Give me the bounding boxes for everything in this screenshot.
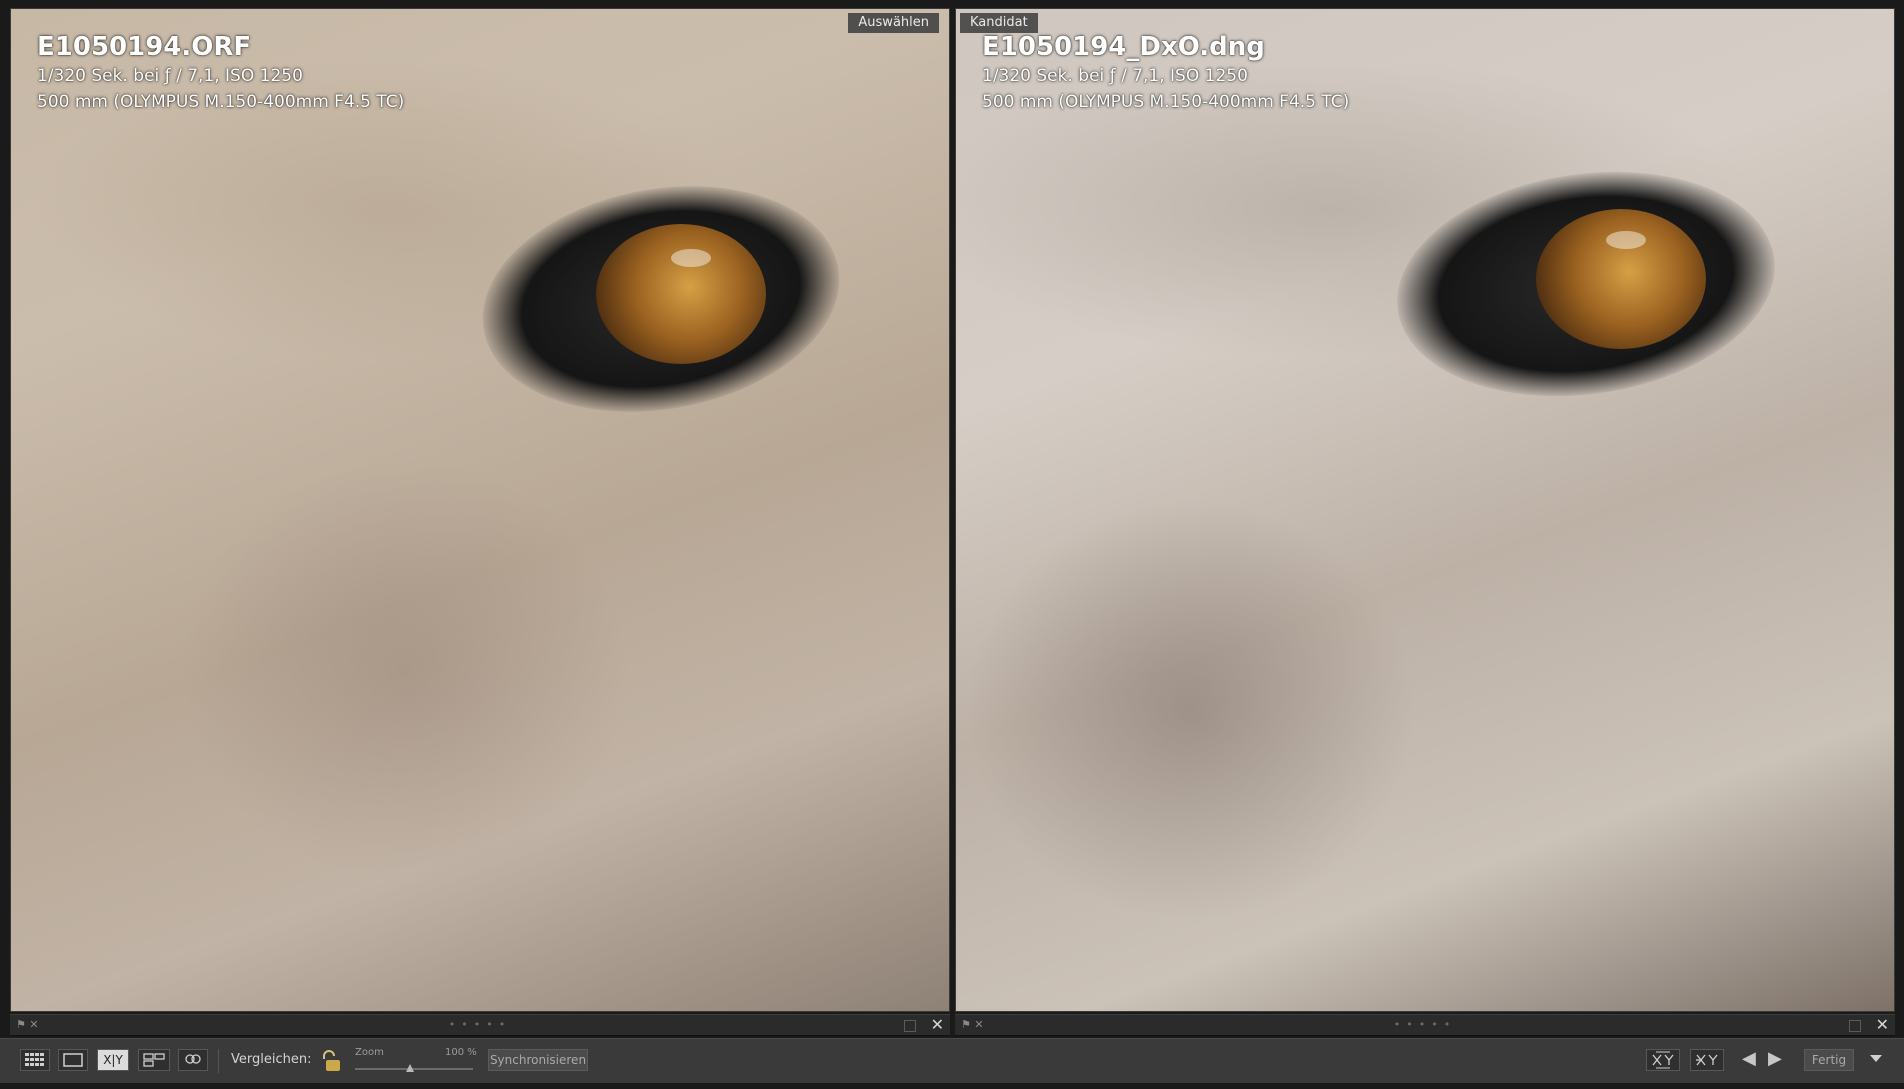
exif-lens: 500 mm (OLYMPUS M.150-400mm F4.5 TC) bbox=[982, 92, 1350, 112]
flag-icon[interactable]: ⚑ ✕ bbox=[961, 1018, 984, 1031]
compare-toolbar: X|Y Vergleichen: Zoom 100 % Synchronisie… bbox=[0, 1038, 1904, 1083]
file-name: E1050194.ORF bbox=[37, 32, 252, 62]
select-image-pane[interactable]: E1050194.ORF 1/320 Sek. bei ƒ / 7,1, ISO… bbox=[10, 8, 950, 1012]
candidate-photo[interactable] bbox=[956, 9, 1894, 1011]
rating-dots[interactable]: ••••• bbox=[449, 1018, 511, 1031]
close-icon[interactable]: ✕ bbox=[1876, 1015, 1889, 1035]
loupe-view-icon[interactable] bbox=[58, 1049, 88, 1071]
zoom-slider-handle[interactable] bbox=[406, 1064, 415, 1072]
swap-icon[interactable] bbox=[1646, 1049, 1680, 1071]
lock-icon[interactable] bbox=[320, 1049, 342, 1073]
zoom-label: Zoom bbox=[355, 1047, 384, 1058]
close-icon[interactable]: ✕ bbox=[931, 1015, 944, 1035]
toolbar-divider bbox=[218, 1049, 219, 1073]
image-info-overlay: E1050194.ORF 1/320 Sek. bei ƒ / 7,1, ISO… bbox=[37, 31, 404, 115]
chevron-down-icon[interactable] bbox=[1870, 1055, 1882, 1062]
zoom-value: 100 % bbox=[445, 1047, 477, 1058]
eye-glint bbox=[671, 249, 711, 267]
candidate-pane-bar: ⚑ ✕ ••••• ✕ bbox=[955, 1014, 1895, 1036]
candidate-image-pane[interactable]: E1050194_DxO.dng 1/320 Sek. bei ƒ / 7,1,… bbox=[955, 8, 1895, 1012]
done-button[interactable]: Fertig bbox=[1804, 1049, 1854, 1071]
survey-view-icon[interactable] bbox=[138, 1049, 170, 1071]
iris-right-pane bbox=[1536, 209, 1706, 349]
candidate-badge: Kandidat bbox=[960, 13, 1038, 33]
iris-left-pane bbox=[596, 224, 766, 364]
file-name: E1050194_DxO.dng bbox=[982, 32, 1265, 62]
arrow-right-icon[interactable]: ▶ bbox=[1768, 1048, 1782, 1069]
people-view-icon[interactable] bbox=[178, 1049, 208, 1071]
color-label-icon[interactable] bbox=[1849, 1020, 1861, 1032]
color-label-icon[interactable] bbox=[904, 1020, 916, 1032]
select-pane-bar: ⚑ ✕ ••••• ✕ bbox=[10, 1014, 950, 1036]
exif-lens: 500 mm (OLYMPUS M.150-400mm F4.5 TC) bbox=[37, 92, 405, 112]
exif-exposure: 1/320 Sek. bei ƒ / 7,1, ISO 1250 bbox=[982, 66, 1248, 86]
image-info-overlay: E1050194_DxO.dng 1/320 Sek. bei ƒ / 7,1,… bbox=[982, 31, 1349, 115]
select-photo[interactable] bbox=[11, 9, 949, 1011]
exif-exposure: 1/320 Sek. bei ƒ / 7,1, ISO 1250 bbox=[37, 66, 303, 86]
flag-icon[interactable]: ⚑ ✕ bbox=[16, 1018, 39, 1031]
compare-label: Vergleichen: bbox=[231, 1052, 312, 1067]
arrow-left-icon[interactable]: ◀ bbox=[1742, 1048, 1756, 1069]
eye-glint bbox=[1606, 231, 1646, 249]
compare-view-icon[interactable]: X|Y bbox=[97, 1049, 129, 1071]
grid-view-icon[interactable] bbox=[20, 1049, 50, 1071]
select-badge: Auswählen bbox=[848, 13, 939, 33]
make-select-icon[interactable] bbox=[1690, 1049, 1724, 1071]
rating-dots[interactable]: ••••• bbox=[1394, 1018, 1456, 1031]
sync-button[interactable]: Synchronisieren bbox=[488, 1049, 588, 1071]
